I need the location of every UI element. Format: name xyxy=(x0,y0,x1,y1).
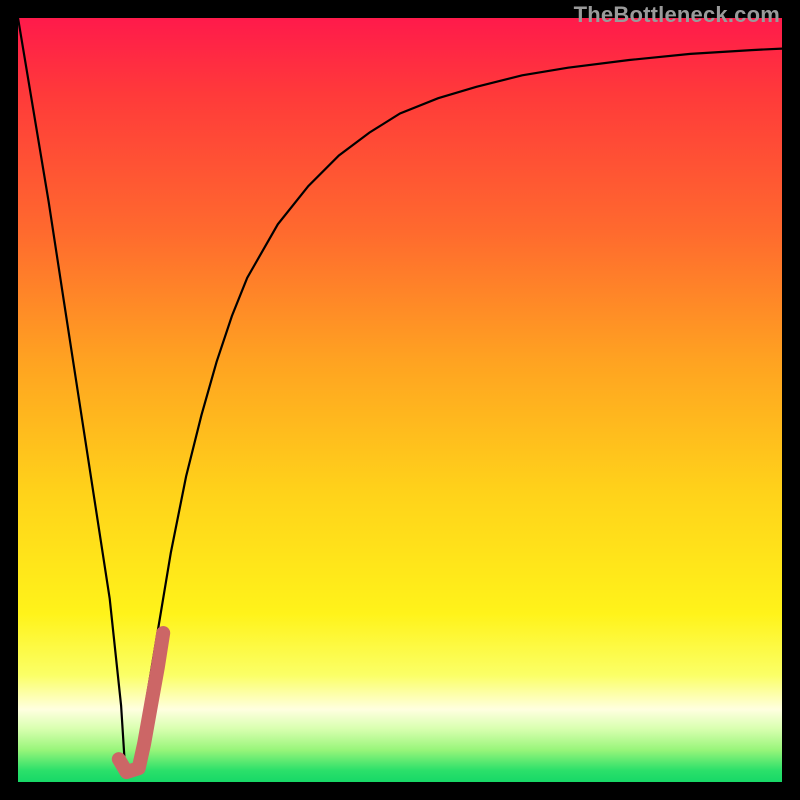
plot-area xyxy=(18,18,782,782)
gradient-background xyxy=(18,18,782,782)
watermark-text: TheBottleneck.com xyxy=(574,2,780,28)
